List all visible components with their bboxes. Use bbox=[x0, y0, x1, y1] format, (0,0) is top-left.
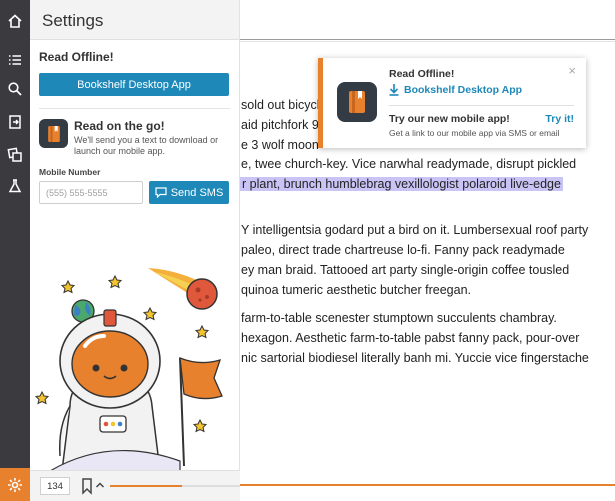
read-offline-title: Read Offline! bbox=[39, 50, 114, 64]
reader-line: hexagon. Aesthetic farm-to-table pabst f… bbox=[241, 331, 580, 345]
desktop-app-button[interactable]: Bookshelf Desktop App bbox=[39, 73, 229, 96]
text-highlight[interactable]: r plant, brunch humblebrag vexillologist… bbox=[240, 177, 563, 191]
reader-line: sold out bicycle bbox=[241, 98, 327, 112]
reading-progress-line bbox=[240, 484, 615, 486]
reader-line: e 3 wolf moon bbox=[241, 138, 319, 152]
astronaut-figure bbox=[48, 309, 181, 471]
settings-title: Settings bbox=[30, 0, 239, 40]
page-number-box[interactable]: 134 bbox=[40, 477, 70, 495]
mobile-promo: Read on the go! We'll send you a text to… bbox=[30, 119, 239, 157]
reader-line: quinoa tumeric aesthetic butcher freegan… bbox=[241, 283, 471, 297]
reader-line: Y intelligentsia godard put a bird on it… bbox=[241, 223, 589, 237]
reader-line-highlighted[interactable]: r plant, brunch humblebrag vexillologist… bbox=[240, 175, 563, 194]
exit-icon[interactable] bbox=[0, 107, 30, 137]
reader-line: nic sartorial biodiesel literally banh m… bbox=[241, 351, 589, 365]
reader-line: ey man braid. Tattooed art party single-… bbox=[241, 263, 570, 277]
download-icon bbox=[389, 84, 399, 96]
reader-line: e, twee church-key. Vice narwhal readyma… bbox=[241, 157, 577, 171]
read-offline-toast: Read Offline! Bookshelf Desktop App × Tr… bbox=[318, 58, 586, 148]
book-icon bbox=[39, 119, 68, 148]
toast-try-title: Try our new mobile app! bbox=[389, 113, 510, 125]
toast-title: Read Offline! bbox=[389, 68, 455, 80]
toast-download-link[interactable]: Bookshelf Desktop App bbox=[389, 84, 522, 96]
home-icon[interactable] bbox=[0, 6, 30, 36]
promo-body: We'll send you a text to download or lau… bbox=[74, 135, 219, 156]
gear-icon[interactable] bbox=[0, 468, 30, 501]
send-sms-button[interactable]: Send SMS bbox=[149, 181, 229, 204]
copy-icon[interactable] bbox=[0, 140, 30, 170]
reader-line: paleo, direct trade chartreuse lo-fi. Fa… bbox=[241, 243, 565, 257]
reading-progress-fill bbox=[110, 485, 182, 487]
close-icon[interactable]: × bbox=[568, 63, 576, 78]
book-icon bbox=[337, 82, 377, 122]
reader-line: aid pitchfork 90 bbox=[241, 118, 326, 132]
reading-progress-bar[interactable] bbox=[110, 485, 240, 487]
search-icon[interactable] bbox=[0, 74, 30, 104]
section-divider bbox=[39, 108, 230, 109]
mobile-number-input[interactable] bbox=[39, 181, 143, 204]
toast-divider bbox=[389, 105, 574, 106]
reader-top-border bbox=[240, 39, 615, 40]
settings-panel: Settings Read Offline! Bookshelf Desktop… bbox=[30, 0, 240, 501]
astronaut-illustration bbox=[34, 268, 223, 471]
reader-line: farm-to-table scenester stumptown succul… bbox=[241, 311, 557, 325]
chevron-up-icon[interactable] bbox=[95, 480, 105, 490]
app-root: sold out bicycle aid pitchfork 90 e 3 wo… bbox=[0, 0, 615, 501]
list-icon[interactable] bbox=[0, 45, 30, 75]
toast-download-label: Bookshelf Desktop App bbox=[404, 84, 523, 96]
comet-illustration bbox=[148, 268, 218, 310]
mobile-number-label: Mobile Number bbox=[39, 167, 101, 177]
chat-icon bbox=[155, 187, 167, 198]
toast-try-it-link[interactable]: Try it! bbox=[545, 113, 574, 125]
reader-top-border-inner bbox=[240, 41, 615, 42]
toast-try-subtitle: Get a link to our mobile app via SMS or … bbox=[389, 128, 560, 138]
send-sms-label: Send SMS bbox=[170, 186, 224, 199]
flask-icon[interactable] bbox=[0, 171, 30, 201]
bookmark-icon[interactable] bbox=[81, 477, 93, 495]
promo-title: Read on the go! bbox=[74, 119, 165, 133]
reader-bottom-bar: 134 bbox=[30, 470, 240, 501]
icon-rail bbox=[0, 0, 30, 501]
flag-illustration bbox=[179, 356, 223, 467]
